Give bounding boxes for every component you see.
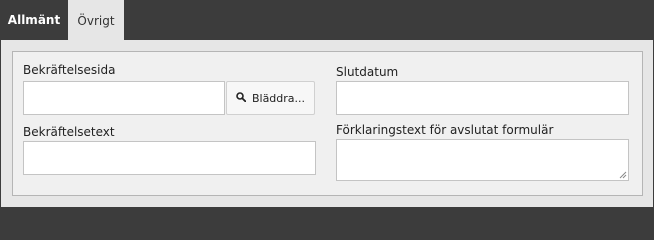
browse-button-label: Bläddra... xyxy=(251,91,306,105)
end-date-label: Slutdatum xyxy=(336,65,399,79)
confirm-text-label: Bekräftelsetext xyxy=(23,125,115,139)
tab-content: Bekräftelsesida Bläddra... Bekräftelsete… xyxy=(1,40,653,207)
tab-ovrigt[interactable]: Övrigt xyxy=(68,0,124,40)
closed-text-wrapper xyxy=(336,139,629,181)
closed-text-textarea[interactable] xyxy=(336,139,629,181)
resize-grip-icon[interactable] xyxy=(619,171,627,179)
confirm-text-input[interactable] xyxy=(23,141,316,175)
browse-button[interactable]: Bläddra... xyxy=(226,81,315,115)
tab-allmant[interactable]: Allmänt xyxy=(0,0,68,40)
closed-text-label: Förklaringstext för avslutat formulär xyxy=(336,123,554,137)
confirm-page-input[interactable] xyxy=(23,81,225,115)
confirm-page-label: Bekräftelsesida xyxy=(23,63,116,77)
form-panel: Bekräftelsesida Bläddra... Bekräftelsete… xyxy=(12,51,643,196)
search-icon xyxy=(236,91,247,105)
end-date-input[interactable] xyxy=(336,81,629,115)
tab-bar: Allmänt Övrigt xyxy=(0,0,654,40)
